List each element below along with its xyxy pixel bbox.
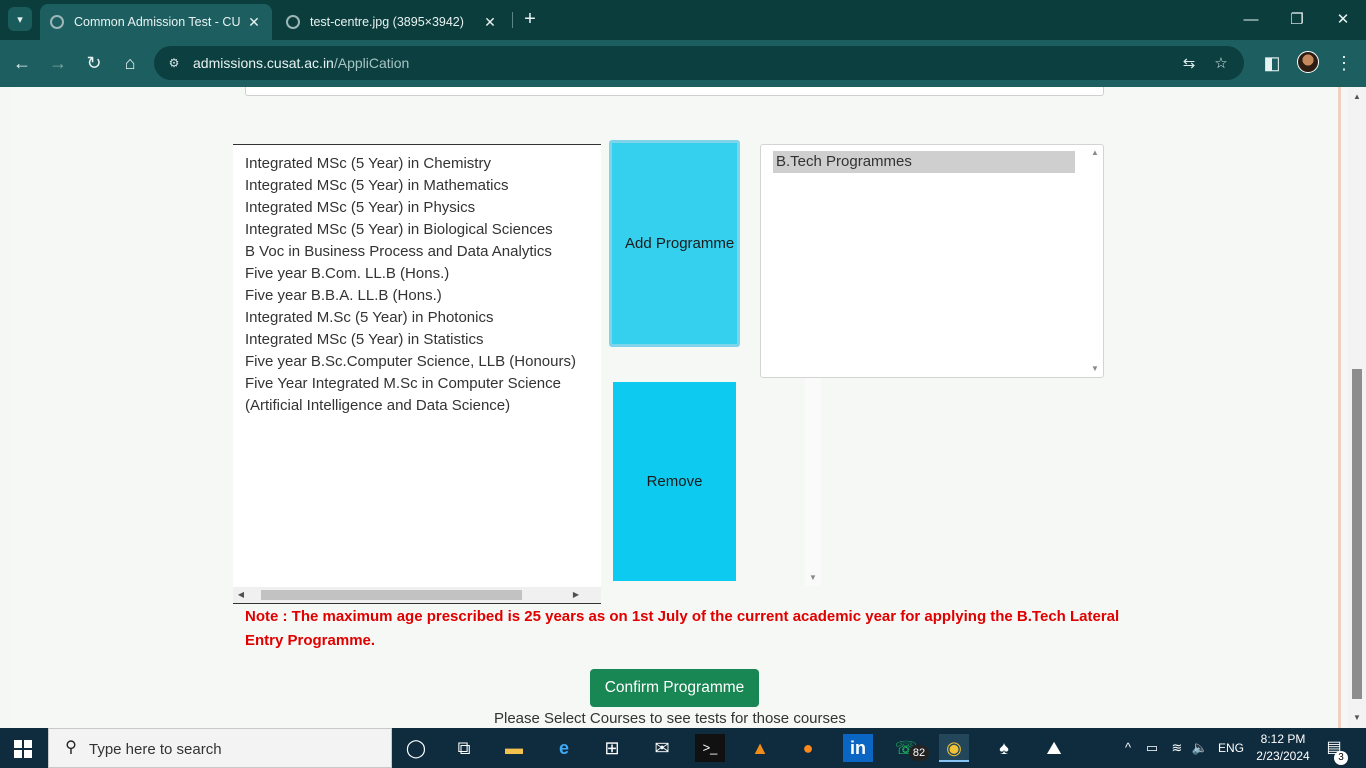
firefox-icon[interactable]: ● [793, 734, 823, 762]
clock-date: 2/23/2024 [1256, 749, 1310, 763]
browser-menu-icon[interactable]: ⋮ [1332, 51, 1356, 75]
whatsapp-unread-badge: 82 [909, 745, 929, 761]
list-item[interactable]: Integrated M.Sc (5 Year) in Photonics [245, 307, 590, 329]
windows-start-icon[interactable] [14, 740, 32, 758]
tab-search-button[interactable]: ▾ [8, 7, 32, 31]
available-programmes-items: Integrated MSc (5 Year) in Chemistry Int… [245, 153, 590, 417]
home-button[interactable]: ⌂ [118, 51, 142, 75]
volume-icon[interactable]: 🔈 [1190, 738, 1210, 758]
page-vertical-scrollbar[interactable]: ▲ ▼ [1348, 87, 1366, 728]
tab-close-icon[interactable]: ✕ [246, 14, 262, 31]
battery-icon[interactable]: ▭ [1143, 738, 1161, 758]
tab-test-centre-image[interactable]: test-centre.jpg (3895×3942) ✕ [276, 4, 508, 40]
list-item[interactable]: Integrated MSc (5 Year) in Chemistry [245, 153, 590, 175]
linkedin-icon[interactable]: in [843, 734, 873, 762]
list-item[interactable]: Five Year Integrated M.Sc in Computer Sc… [245, 373, 590, 417]
vlc-icon[interactable]: ▲ [745, 734, 775, 762]
tray-chevron-icon[interactable]: ^ [1120, 738, 1136, 758]
search-placeholder: Type here to search [89, 741, 222, 758]
available-programmes-list[interactable]: Integrated MSc (5 Year) in Chemistry Int… [233, 144, 821, 604]
url-path: /AppliCation [333, 55, 410, 71]
scrollbar-thumb[interactable] [1352, 369, 1362, 699]
clock-time: 8:12 PM [1260, 732, 1306, 746]
close-window-button[interactable]: ✕ [1328, 8, 1358, 32]
select-courses-hint: Please Select Courses to see tests for t… [494, 710, 846, 727]
list-item[interactable]: Five year B.Sc.Computer Science, LLB (Ho… [245, 351, 590, 373]
url-host: admissions.cusat.ac.in [193, 55, 334, 71]
new-tab-button[interactable]: + [520, 9, 540, 29]
tab-close-icon[interactable]: ✕ [482, 14, 498, 31]
translate-icon[interactable]: ⇆ [1179, 54, 1199, 74]
page-edge-border [1338, 87, 1341, 728]
list-item[interactable]: B Voc in Business Process and Data Analy… [245, 241, 590, 263]
taskbar-clock[interactable]: 8:12 PM 2/23/2024 [1250, 731, 1316, 765]
back-button[interactable]: ← [10, 51, 34, 75]
tab-common-admission-test[interactable]: Common Admission Test - CUSAT ✕ [40, 4, 272, 40]
edge-icon[interactable]: e [549, 734, 579, 762]
list-item[interactable]: Five year B.Com. LL.B (Hons.) [245, 263, 590, 285]
mail-icon[interactable]: ✉ [647, 734, 677, 762]
list-horizontal-scrollbar[interactable]: ◀ ▶ [233, 587, 601, 603]
task-view-icon[interactable]: ⧉ [449, 734, 479, 762]
file-explorer-icon[interactable]: ▬ [499, 734, 529, 762]
selected-list-scrollbar[interactable]: ▲ ▼ [1088, 146, 1102, 376]
selected-programmes-list[interactable]: B.Tech Programmes ▲ ▼ [760, 144, 1104, 378]
age-limit-note: Note : The maximum age prescribed is 25 … [245, 608, 1120, 649]
browser-tab-strip: ▾ Common Admission Test - CUSAT ✕ test-c… [0, 0, 1366, 40]
language-indicator[interactable]: ENG [1216, 738, 1246, 758]
forward-button[interactable]: → [46, 51, 70, 75]
scroll-down-arrow-icon[interactable]: ▼ [805, 570, 821, 586]
scroll-up-arrow-icon[interactable]: ▲ [1088, 146, 1102, 160]
minimize-button[interactable]: — [1236, 8, 1266, 32]
list-item[interactable]: B.Tech Programmes [773, 151, 1075, 173]
url-text[interactable]: admissions.cusat.ac.in/AppliCation [193, 55, 409, 71]
tab-title: test-centre.jpg (3895×3942) [310, 15, 464, 29]
scroll-right-arrow-icon[interactable]: ▶ [568, 587, 584, 603]
reload-button[interactable]: ↻ [82, 51, 106, 75]
taskbar-search-box[interactable]: ⚲ Type here to search [48, 728, 392, 768]
terminal-icon[interactable]: >_ [695, 734, 725, 762]
previous-field-box [245, 87, 1104, 96]
wifi-icon[interactable]: ≋ [1168, 738, 1186, 758]
list-item[interactable]: Five year B.B.A. LL.B (Hons.) [245, 285, 590, 307]
windows-taskbar: ⚲ Type here to search ◯ ⧉ ▬ e ⊞ ✉ >_ ▲ ●… [0, 728, 1366, 768]
site-info-icon[interactable]: ⚙ [166, 55, 182, 71]
tab-separator [512, 12, 513, 28]
side-panel-icon[interactable]: ◧ [1260, 51, 1284, 75]
chrome-icon[interactable]: ◉ [939, 734, 969, 762]
store-icon[interactable]: ⊞ [597, 734, 627, 762]
list-item[interactable]: Integrated MSc (5 Year) in Statistics [245, 329, 590, 351]
scrollbar-thumb[interactable] [261, 590, 522, 600]
photos-icon[interactable]: ⛰ [1039, 734, 1069, 762]
list-item[interactable]: Integrated MSc (5 Year) in Mathematics [245, 175, 590, 197]
add-programme-button[interactable]: Add Programme [609, 140, 740, 347]
remove-button[interactable]: Remove [613, 382, 736, 581]
restore-button[interactable]: ❐ [1282, 8, 1312, 32]
cortana-icon[interactable]: ◯ [401, 734, 431, 762]
list-item[interactable]: Integrated MSc (5 Year) in Physics [245, 197, 590, 219]
address-bar[interactable]: ⚙ admissions.cusat.ac.in/AppliCation ⇆ ☆ [154, 46, 1244, 80]
bookmark-star-icon[interactable]: ☆ [1211, 54, 1231, 74]
page-content: Integrated MSc (5 Year) in Chemistry Int… [12, 87, 1340, 728]
search-icon: ⚲ [65, 739, 77, 756]
globe-icon [50, 15, 64, 29]
tab-title: Common Admission Test - CUSAT [74, 15, 240, 29]
browser-toolbar: ← → ↻ ⌂ ⚙ admissions.cusat.ac.in/AppliCa… [0, 40, 1366, 87]
scroll-down-arrow-icon[interactable]: ▼ [1088, 362, 1102, 376]
solitaire-icon[interactable]: ♠ [989, 734, 1019, 762]
scroll-up-arrow-icon[interactable]: ▲ [1348, 89, 1366, 105]
confirm-programme-button[interactable]: Confirm Programme [590, 669, 759, 707]
profile-avatar[interactable] [1297, 51, 1319, 73]
scroll-down-arrow-icon[interactable]: ▼ [1348, 710, 1366, 726]
scroll-left-arrow-icon[interactable]: ◀ [233, 587, 249, 603]
notification-count-badge: 3 [1334, 751, 1348, 765]
list-item[interactable]: Integrated MSc (5 Year) in Biological Sc… [245, 219, 590, 241]
globe-icon [286, 15, 300, 29]
